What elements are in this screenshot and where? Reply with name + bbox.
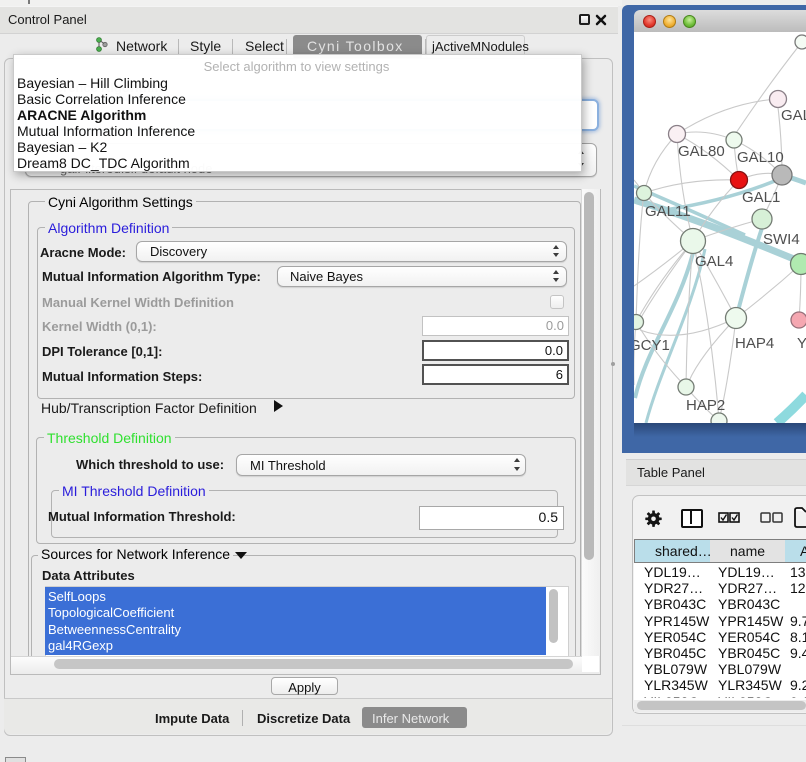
svg-text:HAP4: HAP4 [735,335,774,352]
svg-text:GAL1: GAL1 [742,189,780,206]
svg-text:GAL11: GAL11 [645,203,691,220]
svg-text:SWI4: SWI4 [763,231,800,248]
svg-text:GAL3: GAL3 [781,107,806,124]
svg-text:Y: Y [797,335,806,352]
svg-text:HAP2: HAP2 [686,397,725,414]
svg-text:GCY1: GCY1 [634,337,670,354]
svg-text:GAL80: GAL80 [678,143,725,160]
svg-text:GAL10: GAL10 [737,149,784,166]
svg-text:GAL4: GAL4 [695,253,733,270]
